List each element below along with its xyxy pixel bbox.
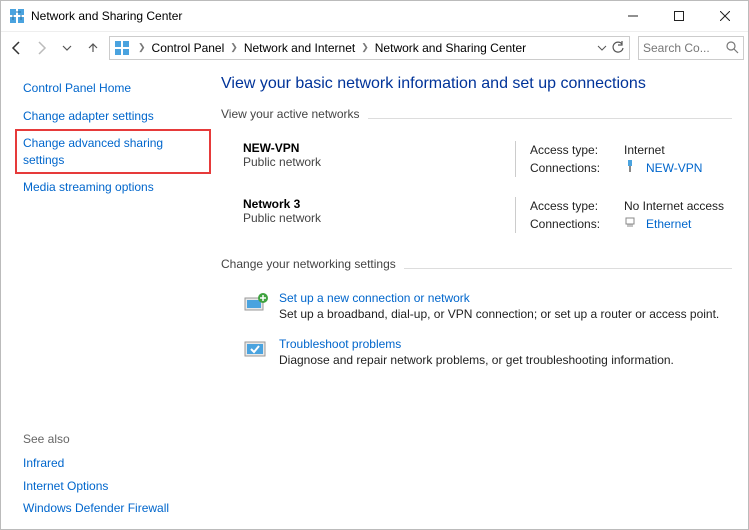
breadcrumb-item[interactable]: Network and Sharing Center	[375, 41, 526, 55]
chevron-down-icon[interactable]	[597, 43, 607, 53]
sidebar-control-panel-home[interactable]: Control Panel Home	[23, 77, 203, 99]
network-row: Network 3 Public network Access type: No …	[221, 191, 732, 247]
task-desc: Diagnose and repair network problems, or…	[279, 353, 674, 367]
sidebar-change-advanced-sharing[interactable]: Change advanced sharing settings	[15, 129, 211, 173]
sidebar: Control Panel Home Change adapter settin…	[1, 63, 213, 529]
task-troubleshoot: Troubleshoot problems Diagnose and repai…	[221, 331, 732, 377]
close-button[interactable]	[702, 1, 748, 31]
content-body: Control Panel Home Change adapter settin…	[1, 63, 748, 529]
minimize-button[interactable]	[610, 1, 656, 31]
forward-button[interactable]	[29, 36, 53, 60]
network-icon	[624, 159, 636, 177]
task-desc: Set up a broadband, dial-up, or VPN conn…	[279, 307, 719, 321]
access-type-label: Access type:	[530, 141, 616, 159]
connections-label: Connections:	[530, 159, 616, 177]
network-name: Network 3	[243, 197, 501, 211]
task-setup-connection: Set up a new connection or network Set u…	[221, 285, 732, 331]
change-settings-header: Change your networking settings	[221, 257, 396, 271]
access-type-value: Internet	[624, 141, 665, 159]
network-type: Public network	[243, 211, 501, 225]
sidebar-media-streaming[interactable]: Media streaming options	[23, 176, 203, 198]
sidebar-change-adapter[interactable]: Change adapter settings	[23, 105, 203, 127]
access-type-label: Access type:	[530, 197, 616, 215]
see-also-header: See also	[23, 432, 203, 446]
troubleshoot-icon	[243, 337, 269, 361]
task-link[interactable]: Set up a new connection or network	[279, 291, 719, 305]
connections-label: Connections:	[530, 215, 616, 233]
window-title: Network and Sharing Center	[31, 9, 610, 23]
task-link[interactable]: Troubleshoot problems	[279, 337, 674, 351]
breadcrumb-item[interactable]: Control Panel	[152, 41, 225, 55]
connection-link[interactable]: Ethernet	[646, 215, 691, 233]
see-also-section: See also Infrared Internet Options Windo…	[23, 432, 203, 519]
breadcrumb-item[interactable]: Network and Internet	[244, 41, 355, 55]
navbar: ❯ Control Panel ❯ Network and Internet ❯…	[1, 31, 748, 63]
chevron-right-icon: ❯	[138, 42, 146, 53]
ethernet-icon	[624, 215, 636, 233]
breadcrumb[interactable]: ❯ Control Panel ❯ Network and Internet ❯…	[109, 36, 630, 60]
network-name: NEW-VPN	[243, 141, 501, 155]
search-input[interactable]: Search Co...	[638, 36, 744, 60]
search-icon	[726, 41, 739, 54]
app-icon	[9, 8, 25, 24]
see-also-internet-options[interactable]: Internet Options	[23, 475, 203, 497]
maximize-button[interactable]	[656, 1, 702, 31]
chevron-right-icon: ❯	[361, 42, 369, 53]
see-also-firewall[interactable]: Windows Defender Firewall	[23, 497, 203, 519]
refresh-icon[interactable]	[611, 41, 625, 55]
network-row: NEW-VPN Public network Access type: Inter…	[221, 135, 732, 191]
setup-connection-icon	[243, 291, 269, 315]
see-also-infrared[interactable]: Infrared	[23, 452, 203, 474]
page-heading: View your basic network information and …	[221, 75, 732, 93]
breadcrumb-icon	[114, 40, 130, 56]
chevron-right-icon: ❯	[230, 42, 238, 53]
main-panel: View your basic network information and …	[213, 63, 748, 529]
titlebar: Network and Sharing Center	[1, 1, 748, 31]
history-dropdown[interactable]	[55, 36, 79, 60]
access-type-value: No Internet access	[624, 197, 724, 215]
network-type: Public network	[243, 155, 501, 169]
up-button[interactable]	[81, 36, 105, 60]
connection-link[interactable]: NEW-VPN	[646, 159, 702, 177]
search-placeholder: Search Co...	[643, 41, 710, 55]
active-networks-header: View your active networks	[221, 107, 360, 121]
back-button[interactable]	[5, 36, 29, 60]
